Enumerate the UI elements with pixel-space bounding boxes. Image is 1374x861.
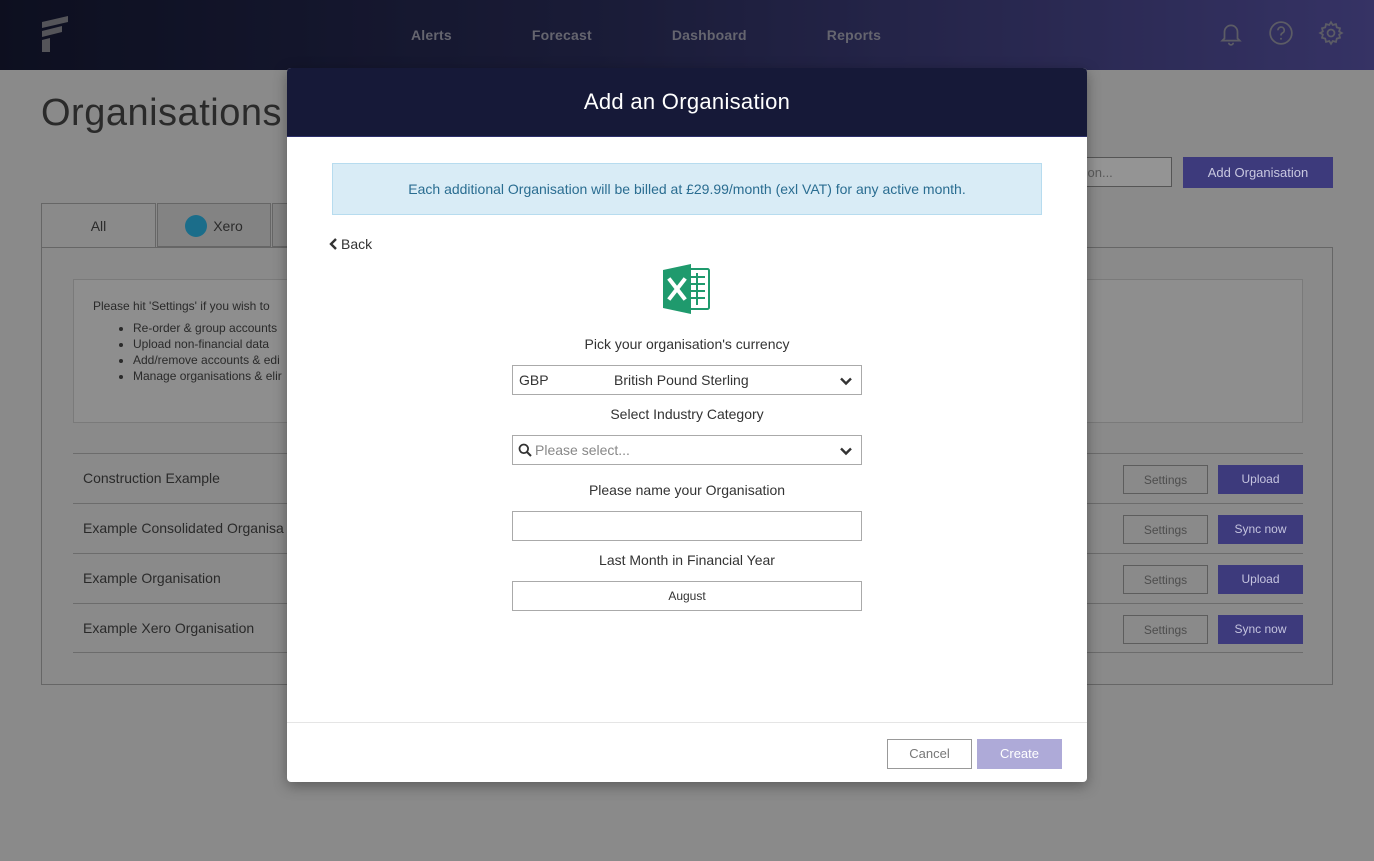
currency-name: British Pound Sterling <box>614 372 749 388</box>
search-icon <box>518 443 532 457</box>
cancel-button[interactable]: Cancel <box>887 739 972 769</box>
industry-label: Select Industry Category <box>610 406 764 422</box>
upload-button[interactable]: Upload <box>1218 565 1303 594</box>
fy-month-select[interactable]: August <box>512 581 862 611</box>
industry-select[interactable]: Please select... <box>512 435 862 465</box>
add-organisation-modal: Add an Organisation Each additional Orga… <box>287 68 1087 782</box>
settings-button[interactable]: Settings <box>1123 465 1208 494</box>
add-organisation-button[interactable]: Add Organisation <box>1183 157 1333 188</box>
settings-button[interactable]: Settings <box>1123 615 1208 644</box>
org-name[interactable]: Example Xero Organisation <box>83 604 254 652</box>
industry-placeholder: Please select... <box>535 442 630 458</box>
modal-title: Add an Organisation <box>583 89 791 114</box>
fy-label: Last Month in Financial Year <box>599 552 775 568</box>
tab-xero-label: Xero <box>213 218 243 234</box>
back-link[interactable]: Back <box>328 236 372 252</box>
modal-header: Add an Organisation <box>287 68 1087 137</box>
name-label: Please name your Organisation <box>588 482 786 498</box>
top-nav: Alerts Forecast Dashboard Reports <box>0 0 1374 70</box>
currency-select[interactable]: GBP British Pound Sterling <box>512 365 862 395</box>
chevron-down-icon <box>840 447 852 456</box>
upload-button[interactable]: Upload <box>1218 465 1303 494</box>
organisation-name-input[interactable] <box>512 511 862 541</box>
modal-footer: Cancel Create <box>287 722 1087 782</box>
page-title: Organisations <box>41 92 282 134</box>
sync-now-button[interactable]: Sync now <box>1218 615 1303 644</box>
chevron-left-icon <box>329 238 337 250</box>
billing-notice: Each additional Organisation will be bil… <box>332 163 1042 215</box>
currency-code: GBP <box>519 372 549 388</box>
back-label: Back <box>341 236 373 252</box>
org-name[interactable]: Example Organisation <box>83 554 221 602</box>
org-name[interactable]: Example Consolidated Organisa <box>83 504 284 552</box>
tab-all[interactable]: All <box>41 203 156 248</box>
org-name[interactable]: Construction Example <box>83 454 220 502</box>
settings-button[interactable]: Settings <box>1123 565 1208 594</box>
chevron-down-icon <box>840 377 852 386</box>
nav-overlay <box>0 0 1374 70</box>
tab-all-label: All <box>90 218 107 234</box>
excel-icon <box>663 264 710 314</box>
xero-icon <box>185 215 208 238</box>
settings-button[interactable]: Settings <box>1123 515 1208 544</box>
sync-now-button[interactable]: Sync now <box>1218 515 1303 544</box>
currency-label: Pick your organisation's currency <box>584 336 790 352</box>
create-button[interactable]: Create <box>977 739 1062 769</box>
tab-xero[interactable]: Xero <box>157 203 271 247</box>
